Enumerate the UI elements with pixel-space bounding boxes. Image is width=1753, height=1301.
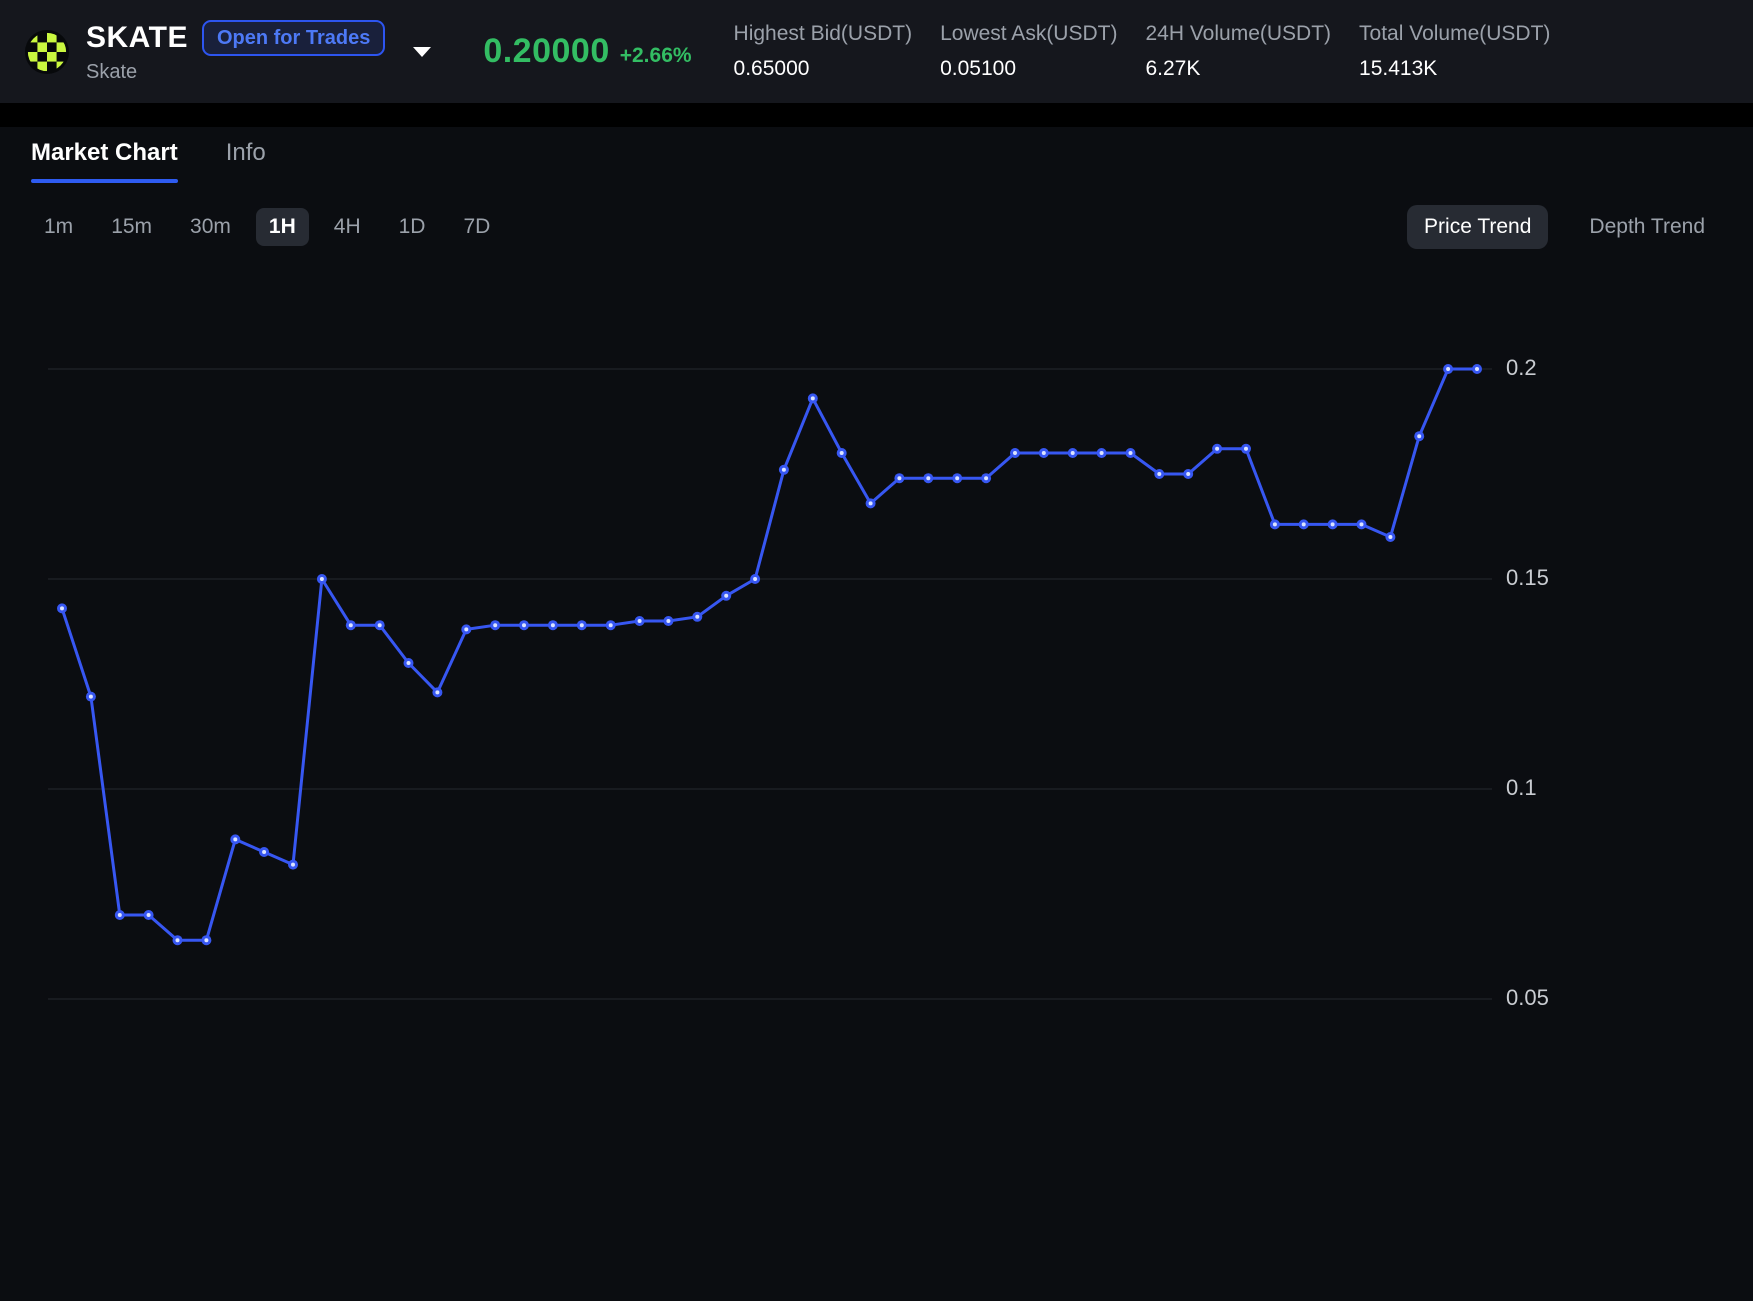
timeframe-30m[interactable]: 30m: [177, 208, 244, 246]
stat-value: 15.413K: [1359, 57, 1550, 81]
pair-dropdown-caret-icon[interactable]: [413, 47, 431, 57]
token-symbol: SKATE: [86, 21, 188, 55]
price-chart: 0.2 0.15 0.1 0.05: [0, 253, 1753, 1193]
timeframe-15m[interactable]: 15m: [98, 208, 165, 246]
last-price: 0.20000: [483, 32, 609, 71]
stat-value: 0.65000: [734, 57, 913, 81]
stat-value: 0.05100: [940, 57, 1117, 81]
price-line-markers: [57, 364, 1482, 945]
stat-lowest-ask: Lowest Ask(USDT) 0.05100: [940, 22, 1117, 81]
topbar: SKATE Open for Trades Skate 0.20000 +2.6…: [0, 0, 1753, 103]
tab-market-chart[interactable]: Market Chart: [31, 139, 178, 183]
chart-controls: 1m 15m 30m 1H 4H 1D 7D Price Trend Depth…: [0, 205, 1753, 249]
timeframe-1m[interactable]: 1m: [31, 208, 86, 246]
stat-highest-bid: Highest Bid(USDT) 0.65000: [734, 22, 913, 81]
timeframe-1d[interactable]: 1D: [386, 208, 439, 246]
timeframe-1h[interactable]: 1H: [256, 208, 309, 246]
skate-logo-icon: [24, 29, 70, 75]
stat-label: Lowest Ask(USDT): [940, 22, 1117, 46]
stat-label: 24H Volume(USDT): [1145, 22, 1331, 46]
y-tick-label: 0.15: [1506, 565, 1549, 590]
y-tick-label: 0.05: [1506, 985, 1549, 1010]
trend-toggle: Price Trend Depth Trend: [1407, 205, 1722, 249]
price-trend-button[interactable]: Price Trend: [1407, 205, 1548, 249]
depth-trend-button[interactable]: Depth Trend: [1572, 205, 1722, 249]
stat-value: 6.27K: [1145, 57, 1331, 81]
section-tabs: Market Chart Info: [0, 139, 1753, 183]
y-tick-label: 0.1: [1506, 775, 1537, 800]
y-axis-labels: 0.2 0.15 0.1 0.05: [1506, 355, 1549, 1010]
price-block: 0.20000 +2.66%: [483, 32, 691, 71]
pair-title-block: SKATE Open for Trades Skate: [86, 20, 385, 84]
stat-total-volume: Total Volume(USDT) 15.413K: [1359, 22, 1550, 81]
timeframe-4h[interactable]: 4H: [321, 208, 374, 246]
price-line: [62, 369, 1477, 940]
timeframe-7d[interactable]: 7D: [450, 208, 503, 246]
stat-label: Highest Bid(USDT): [734, 22, 913, 46]
price-line-chart[interactable]: 0.2 0.15 0.1 0.05: [0, 253, 1753, 1193]
market-stats: Highest Bid(USDT) 0.65000 Lowest Ask(USD…: [734, 22, 1551, 81]
tab-info[interactable]: Info: [226, 139, 266, 183]
stat-24h-volume: 24H Volume(USDT) 6.27K: [1145, 22, 1331, 81]
y-tick-label: 0.2: [1506, 355, 1537, 380]
market-chart-panel: Market Chart Info 1m 15m 30m 1H 4H 1D 7D…: [0, 127, 1753, 1301]
token-name: Skate: [86, 61, 385, 84]
price-change-percent: +2.66%: [620, 44, 692, 68]
status-badge: Open for Trades: [202, 20, 385, 56]
stat-label: Total Volume(USDT): [1359, 22, 1550, 46]
chart-gridlines: [48, 369, 1492, 999]
